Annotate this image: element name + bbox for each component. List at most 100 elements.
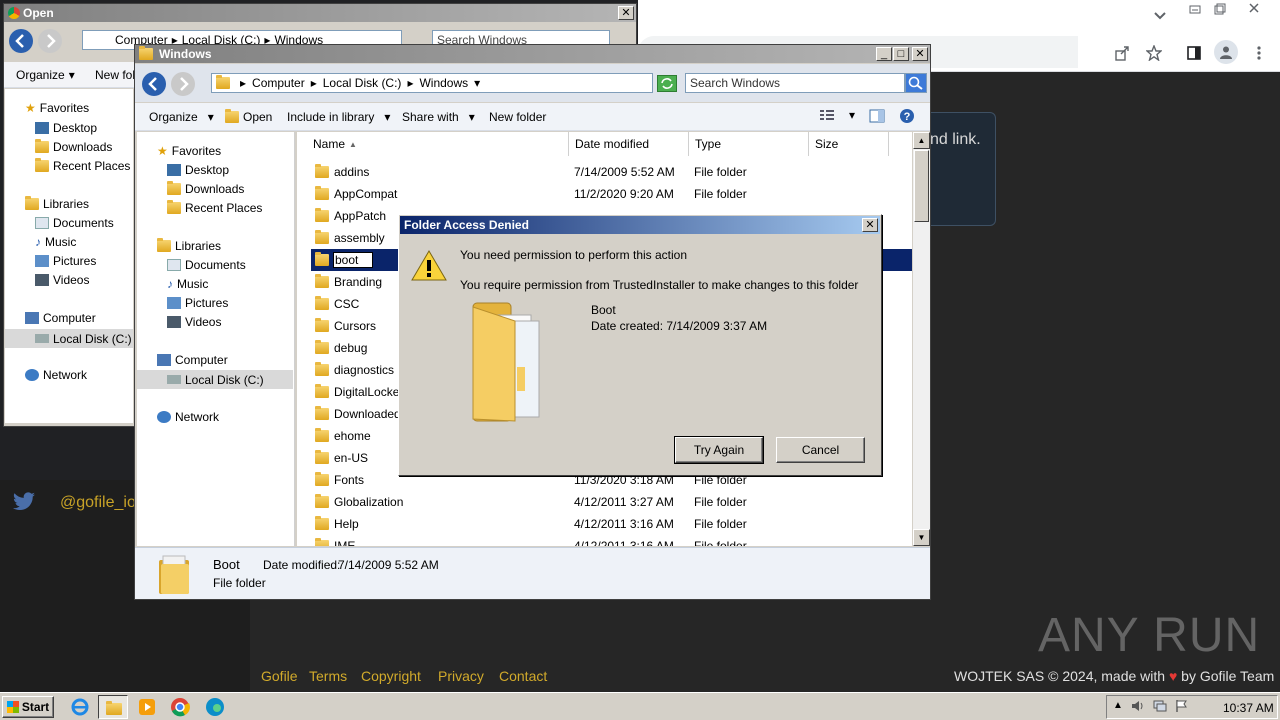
column-header-size[interactable]: Size: [809, 132, 889, 156]
footer-link-privacy[interactable]: Privacy: [438, 668, 484, 684]
chrome-taskbar-icon[interactable]: [170, 697, 190, 717]
open-nav-videos[interactable]: Videos: [35, 273, 89, 287]
network-tray-icon[interactable]: [1153, 699, 1167, 713]
footer-link-copyright[interactable]: Copyright: [361, 668, 421, 684]
explorer-taskbar-button[interactable]: [98, 695, 128, 719]
details-type: File folder: [213, 576, 266, 590]
open-nav-downloads[interactable]: Downloads: [35, 139, 112, 154]
side-panel-icon[interactable]: [1183, 42, 1205, 64]
restore-icon[interactable]: [1209, 0, 1231, 20]
explorer-close-button[interactable]: ✕: [912, 47, 928, 61]
action-center-flag-icon[interactable]: [1175, 699, 1189, 713]
twitter-handle[interactable]: @gofile_io: [60, 494, 134, 512]
search-icon[interactable]: [905, 73, 927, 93]
column-header-type[interactable]: Type: [689, 132, 809, 156]
views-icon[interactable]: ▾: [819, 108, 855, 122]
explorer-minimize-button[interactable]: _: [876, 47, 892, 61]
clock[interactable]: 10:37 AM: [1223, 701, 1274, 715]
file-row[interactable]: AppCompat 11/2/2020 9:20 AM File folder: [297, 183, 912, 205]
explorer-nav-recent[interactable]: Recent Places: [167, 200, 262, 215]
open-back-icon[interactable]: [8, 28, 34, 54]
file-row[interactable]: Globalization 4/12/2011 3:27 AM File folde…: [297, 491, 912, 513]
explorer-share-button[interactable]: Share with ▾: [402, 110, 475, 124]
preview-pane-icon[interactable]: [869, 109, 885, 123]
explorer-new-folder-button[interactable]: New folder: [489, 110, 546, 124]
open-organize-button[interactable]: Organize ▾: [16, 68, 75, 82]
drive-icon: [167, 375, 181, 384]
open-nav-pictures[interactable]: Pictures: [35, 254, 96, 268]
file-row[interactable]: Help 4/12/2011 3:16 AM File folder: [297, 513, 912, 535]
explorer-back-icon[interactable]: [141, 71, 167, 97]
try-again-button[interactable]: Try Again: [674, 436, 764, 464]
volume-icon[interactable]: [1131, 699, 1145, 713]
access-denied-titlebar: Folder Access Denied: [400, 216, 880, 234]
footer-link-contact[interactable]: Contact: [499, 668, 547, 684]
footer-link-terms[interactable]: Terms: [309, 668, 347, 684]
share-icon[interactable]: [1111, 42, 1133, 64]
explorer-nav-local-disk[interactable]: Local Disk (C:): [137, 370, 293, 389]
media-player-icon[interactable]: [137, 697, 157, 717]
tray-expand-icon[interactable]: ▲: [1113, 700, 1123, 711]
explorer-nav-libraries[interactable]: Libraries: [157, 238, 221, 253]
explorer-nav-favorites[interactable]: ★ Favorites: [157, 144, 221, 158]
file-name: Fonts: [334, 473, 365, 487]
explorer-breadcrumb-disk[interactable]: Local Disk (C:): [323, 76, 402, 90]
help-icon[interactable]: ?: [899, 108, 915, 124]
open-forward-icon[interactable]: [37, 28, 63, 54]
edge-icon[interactable]: [205, 697, 225, 717]
minimize-icon[interactable]: [1184, 0, 1206, 20]
scroll-up-button[interactable]: ▲: [913, 132, 930, 149]
column-header-date[interactable]: Date modified: [569, 132, 689, 156]
file-name: Help: [334, 517, 359, 531]
file-row[interactable]: addins 7/14/2009 5:52 AM File folder: [297, 161, 912, 183]
documents-icon: [167, 259, 181, 271]
ie-icon[interactable]: [70, 697, 90, 717]
file-type: File folder: [694, 165, 747, 179]
open-nav-favorites[interactable]: ★ Favorites: [25, 101, 89, 115]
open-nav-local-disk[interactable]: Local Disk (C:): [5, 329, 133, 348]
open-new-folder-button[interactable]: New fol: [95, 68, 135, 82]
explorer-maximize-button[interactable]: □: [893, 47, 909, 61]
explorer-address-bar[interactable]: ▸ Computer ▸ Local Disk (C:) ▸ Windows ▾: [211, 73, 653, 93]
file-list-scrollbar[interactable]: ▲ ▼: [913, 132, 930, 546]
open-nav-desktop[interactable]: Desktop: [35, 121, 97, 135]
explorer-nav-computer[interactable]: Computer: [157, 353, 228, 367]
bookmark-star-icon[interactable]: [1143, 42, 1165, 64]
footer-link-gofile[interactable]: Gofile: [261, 668, 298, 684]
explorer-taskbar-icon: [106, 701, 122, 715]
explorer-nav-network[interactable]: Network: [157, 410, 219, 424]
open-nav-documents[interactable]: Documents: [35, 216, 114, 230]
tab-search-icon[interactable]: [1149, 5, 1171, 27]
twitter-icon[interactable]: [12, 492, 36, 512]
column-header-name[interactable]: Name ▲: [297, 132, 569, 156]
start-button[interactable]: Start: [2, 696, 54, 718]
explorer-nav-videos[interactable]: Videos: [167, 315, 221, 329]
explorer-nav-desktop[interactable]: Desktop: [167, 163, 229, 177]
explorer-forward-icon[interactable]: [170, 71, 196, 97]
explorer-breadcrumb-computer[interactable]: Computer: [252, 76, 305, 90]
open-nav-music[interactable]: ♪ Music: [35, 235, 76, 249]
open-nav-recent[interactable]: Recent Places: [35, 158, 130, 173]
explorer-organize-button[interactable]: Organize ▾: [149, 110, 214, 124]
menu-dots-icon[interactable]: [1248, 42, 1270, 64]
explorer-include-library-button[interactable]: Include in library ▾: [287, 110, 390, 124]
access-denied-close-button[interactable]: ✕: [862, 218, 878, 232]
refresh-icon[interactable]: [657, 75, 677, 92]
cancel-button[interactable]: Cancel: [776, 437, 865, 463]
explorer-open-button[interactable]: Open: [225, 109, 272, 124]
open-dialog-close-button[interactable]: ✕: [618, 6, 634, 20]
explorer-nav-pictures[interactable]: Pictures: [167, 296, 228, 310]
profile-avatar[interactable]: [1214, 40, 1238, 64]
scroll-down-button[interactable]: ▼: [913, 529, 930, 546]
scroll-thumb[interactable]: [914, 150, 929, 222]
open-nav-network[interactable]: Network: [25, 368, 87, 382]
file-row[interactable]: IME 4/12/2011 3:16 AM File folder: [297, 535, 912, 546]
open-nav-computer[interactable]: Computer: [25, 311, 96, 325]
explorer-search-input[interactable]: Search Windows: [685, 73, 905, 93]
explorer-nav-downloads[interactable]: Downloads: [167, 181, 244, 196]
close-icon[interactable]: [1243, 0, 1265, 19]
open-nav-libraries[interactable]: Libraries: [25, 196, 89, 211]
explorer-breadcrumb-windows[interactable]: Windows: [419, 76, 468, 90]
explorer-nav-documents[interactable]: Documents: [167, 258, 246, 272]
explorer-nav-music[interactable]: ♪ Music: [167, 277, 208, 291]
